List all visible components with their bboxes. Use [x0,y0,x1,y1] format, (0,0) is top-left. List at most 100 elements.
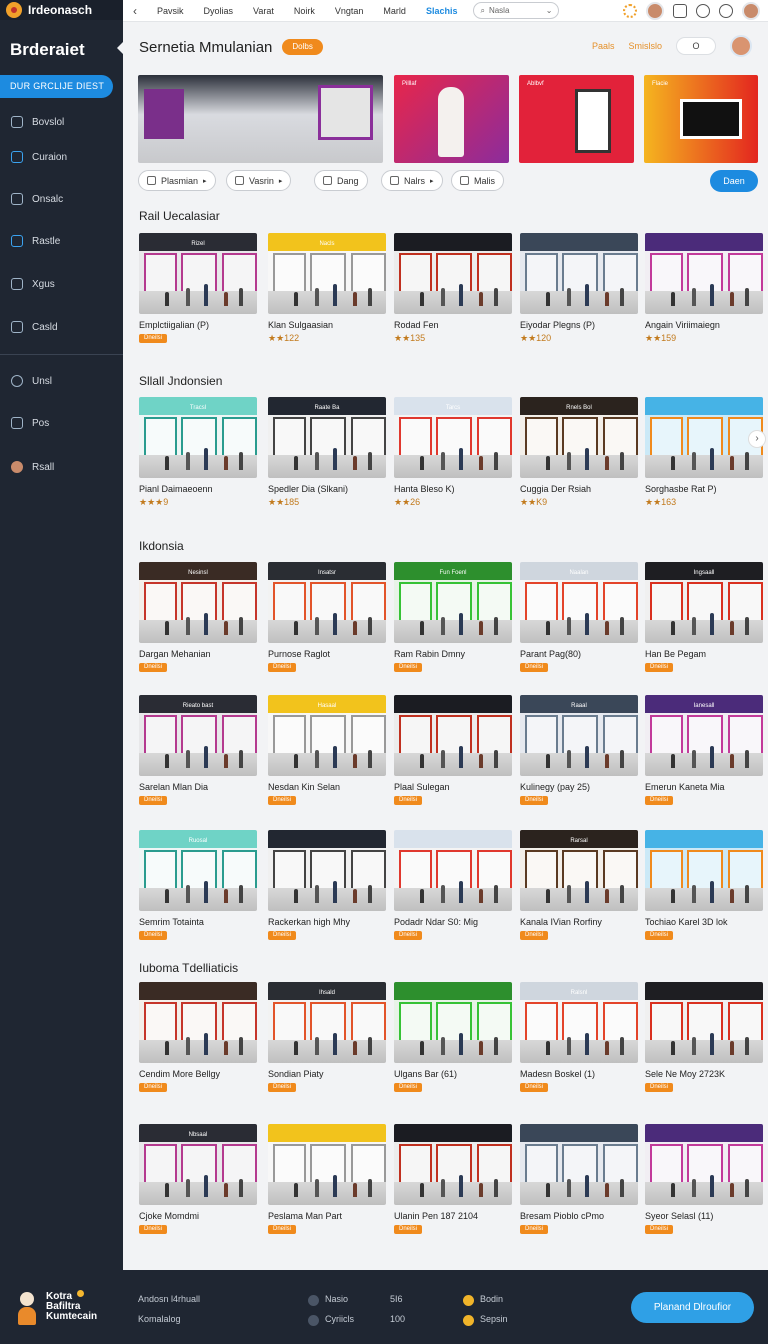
calendar-icon[interactable] [673,3,687,18]
store-thumbnail[interactable]: Fun Foenl [394,562,512,643]
store-thumbnail[interactable]: Ralsnl [520,982,638,1063]
store-name[interactable]: Cjoke Momdmi [139,1211,257,1221]
store-card[interactable]: Nacls Klan Sulgaasian ★★122 [268,233,386,344]
store-name[interactable]: Klan Sulgaasian [268,320,386,330]
store-card[interactable]: Fun Foenl Ram Rabin Dmny Dneilsi [394,562,512,672]
store-thumbnail[interactable] [520,1124,638,1205]
user-avatar[interactable] [742,1,760,20]
sidebar-item-4[interactable]: Xgus [0,274,123,294]
store-name[interactable]: Emplctiigalian (P) [139,320,257,330]
store-name[interactable]: Angain Viriimaiegn [645,320,763,330]
store-name[interactable]: Han Be Pegam [645,649,763,659]
store-name[interactable]: Sondian Piaty [268,1069,386,1079]
store-name[interactable]: Ram Rabin Dmny [394,649,512,659]
store-name[interactable]: Rackerkan high Mhy [268,917,386,927]
store-card[interactable]: Ruosal Semrim Totainta Dneilsi [139,830,257,940]
store-thumbnail[interactable] [645,1124,763,1205]
store-name[interactable]: Kulinegy (pay 25) [520,782,638,792]
store-name[interactable]: Bresam Pioblo cPmo [520,1211,638,1221]
store-name[interactable]: Tochiao Karel 3D lok [645,917,763,927]
store-card[interactable]: Ingsaall Han Be Pegam Dneilsi [645,562,763,672]
store-thumbnail[interactable] [645,233,763,314]
store-thumbnail[interactable] [394,1124,512,1205]
store-name[interactable]: Hanta Bleso K) [394,484,512,494]
store-card[interactable]: Sorghasbe Rat P) ★★163 [645,397,763,508]
store-card[interactable]: Bresam Pioblo cPmo Dneilsi [520,1124,638,1234]
store-name[interactable]: Cendim More Bellgy [139,1069,257,1079]
store-card[interactable]: Syeor Selasl (11) Dneilsi [645,1124,763,1234]
store-thumbnail[interactable] [394,233,512,314]
store-card[interactable]: Plaal Sulegan Dneilsi [394,695,512,805]
top-nav-item[interactable]: Marld [373,6,416,16]
store-card[interactable]: Nesinsl Dargan Mehanian Dneilsi [139,562,257,672]
sidebar-item-2[interactable]: Onsalc [0,189,123,209]
store-name[interactable]: Cuggia Der Rsiah [520,484,638,494]
store-thumbnail[interactable]: Raaal [520,695,638,776]
store-card[interactable]: Nbsaal Cjoke Momdmi Dneilsi [139,1124,257,1234]
footer-cta-button[interactable]: Planand Dlroufior [631,1292,754,1323]
sidebar-primary-button[interactable]: DUR GRCLIJE DIEST [0,75,113,98]
store-thumbnail[interactable]: Ianesall [645,695,763,776]
top-nav-item[interactable]: Pavsik [147,6,194,16]
store-name[interactable]: Sele Ne Moy 2723K [645,1069,763,1079]
sidebar-item-6[interactable]: Unsl [0,371,123,391]
store-card[interactable]: Raaal Kulinegy (pay 25) Dneilsi [520,695,638,805]
store-card[interactable]: Rnels Bol Cuggia Der Rsiah ★★K9 [520,397,638,508]
store-name[interactable]: Ulanin Pen 187 2104 [394,1211,512,1221]
store-name[interactable]: Spedler Dia (Slkani) [268,484,386,494]
footer-link[interactable]: Andosn l4rhuall [138,1294,200,1304]
booth-banner[interactable]: Flacie [644,75,758,163]
store-thumbnail[interactable]: Rarsal [520,830,638,911]
display-banner[interactable]: Ablbvf [519,75,634,163]
store-thumbnail[interactable] [645,830,763,911]
store-name[interactable]: Peslama Man Part [268,1211,386,1221]
filter-chip[interactable]: Dang [314,170,368,191]
store-name[interactable]: Kanala IVian Rorfiny [520,917,638,927]
avatar[interactable] [646,1,664,20]
store-card[interactable]: Rackerkan high Mhy Dneilsi [268,830,386,940]
sun-icon[interactable] [623,3,637,18]
store-card[interactable]: Ianesall Emerun Kaneta Mia Dneilsi [645,695,763,805]
store-thumbnail[interactable]: Raate Ba [268,397,386,478]
store-name[interactable]: Madesn Boskel (1) [520,1069,638,1079]
store-card[interactable]: Hasaal Nesdan Kin Selan Dneilsi [268,695,386,805]
settings-icon[interactable] [696,3,710,18]
sidebar-item-3[interactable]: Rastle [0,231,123,251]
filter-chip[interactable]: Nalrs ▸ [381,170,443,191]
store-thumbnail[interactable] [268,1124,386,1205]
view-toggle[interactable]: O [676,37,716,55]
store-name[interactable]: Nesdan Kin Selan [268,782,386,792]
store-thumbnail[interactable] [645,397,763,478]
store-card[interactable]: Ihsald Sondian Piaty Dneilsi [268,982,386,1092]
store-thumbnail[interactable] [394,695,512,776]
top-nav-item-active[interactable]: Slachis [416,6,468,16]
store-thumbnail[interactable]: Tarcs [394,397,512,478]
store-card[interactable]: Peslama Man Part Dneilsi [268,1124,386,1234]
back-icon[interactable]: ‹ [123,4,147,18]
store-thumbnail[interactable]: Nbsaal [139,1124,257,1205]
footer-link[interactable]: Sepsin [480,1314,508,1324]
header-link[interactable]: Paals [592,41,615,51]
store-thumbnail[interactable]: Insatsr [268,562,386,643]
store-card[interactable]: Sele Ne Moy 2723K Dneilsi [645,982,763,1092]
filter-chip[interactable]: Vasrin ▸ [226,170,292,191]
store-thumbnail[interactable] [394,982,512,1063]
clock-icon[interactable] [719,3,733,18]
store-name[interactable]: Sorghasbe Rat P) [645,484,763,494]
store-thumbnail[interactable]: Naalan [520,562,638,643]
top-nav-item[interactable]: Vngtan [325,6,374,16]
store-card[interactable]: Rarsal Kanala IVian Rorfiny Dneilsi [520,830,638,940]
store-thumbnail[interactable]: Nesinsl [139,562,257,643]
store-card[interactable]: Cendim More Bellgy Dneilsi [139,982,257,1092]
store-thumbnail[interactable]: Ingsaall [645,562,763,643]
top-nav-item[interactable]: Dyolias [194,6,244,16]
store-name[interactable]: Purnose Raglot [268,649,386,659]
store-card[interactable]: Ulgans Bar (61) Dneilsi [394,982,512,1092]
sidebar-item-8[interactable]: Rsall [0,457,123,477]
carousel-next-button[interactable]: › [748,430,766,448]
sidebar-item-1[interactable]: Curaion [0,147,123,167]
store-card[interactable]: Tochiao Karel 3D lok Dneilsi [645,830,763,940]
filter-chip[interactable]: Plasmian ▸ [138,170,216,191]
store-name[interactable]: Syeor Selasl (11) [645,1211,763,1221]
footer-link[interactable]: Komalalog [138,1314,181,1324]
